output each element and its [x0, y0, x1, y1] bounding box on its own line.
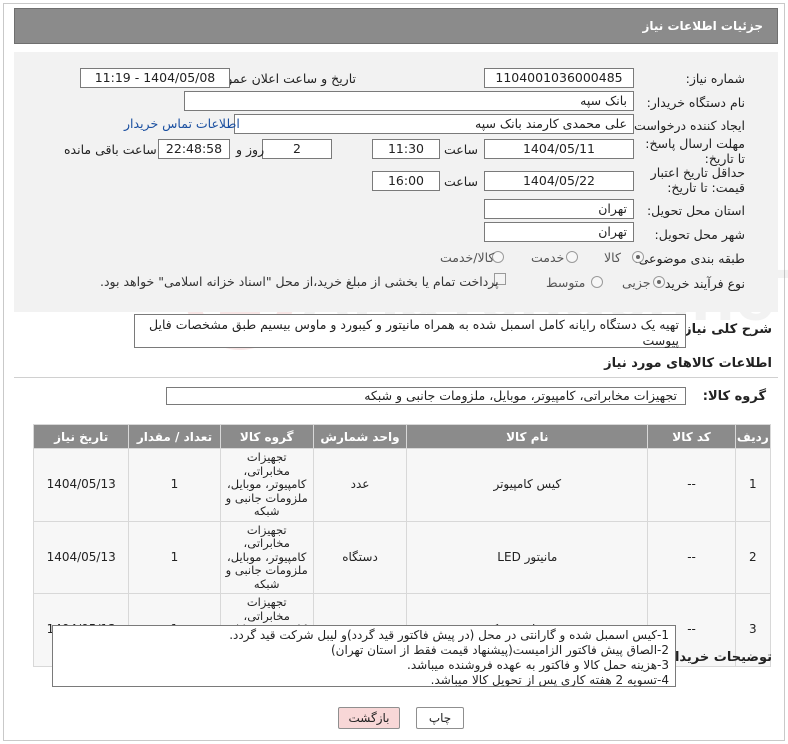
col-row: ردیف — [734, 424, 772, 449]
category-label: طبقه بندی موضوعی: — [634, 251, 745, 266]
cell-qty: 1 — [128, 520, 221, 594]
purchase-option-medium: متوسط — [546, 275, 586, 290]
remaining-time-field: 22:48:58 — [158, 139, 230, 159]
buyer-note-line: 2-الصاق پیش فاکتور الزامیست(پیشنهاد قیمت… — [330, 643, 669, 657]
city-field: تهران — [484, 222, 634, 242]
description-label: شرح کلی نیاز: — [678, 322, 772, 337]
buyer-notes-label: توضیحات خریدار: — [662, 650, 772, 665]
col-unit: واحد شمارش — [312, 424, 408, 449]
buyer-note-line: 4-تسویه 2 هفته کاری پس از تحویل کالا میب… — [430, 673, 669, 687]
table-row: 2 -- مانیتور LED دستگاه تجهیزات مخابراتی… — [32, 520, 772, 594]
category-option-both: کالا/خدمت — [440, 250, 495, 265]
treasury-payment-note: پرداخت تمام یا بخشی از مبلغ خرید،از محل … — [100, 274, 499, 289]
reply-date-field: 1404/05/11 — [484, 139, 634, 159]
col-qty: تعداد / مقدار — [128, 424, 221, 449]
category-option-goods: کالا — [604, 250, 621, 265]
description-textarea[interactable]: تهیه یک دستگاه رایانه کامل اسمبل شده به … — [134, 314, 686, 348]
category-radio-goods[interactable] — [632, 251, 644, 263]
price-time-field: 16:00 — [372, 171, 440, 191]
remaining-time-label: ساعت باقی مانده — [64, 142, 157, 157]
buyer-org-field: بانک سپه — [184, 91, 634, 111]
goods-table-header: ردیف کد کالا نام کالا واحد شمارش گروه کا… — [32, 424, 772, 449]
cell-code: -- — [647, 448, 736, 522]
purchase-type-label: نوع فرآیند خرید : — [656, 276, 745, 291]
cell-date: 1404/05/13 — [32, 520, 130, 594]
price-date-field: 1404/05/22 — [484, 171, 634, 191]
purchase-radio-medium[interactable] — [591, 276, 603, 288]
cell-unit: عدد — [312, 448, 408, 522]
cell-group: تجهیزات مخابراتی، کامپیوتر، موبایل، ملزو… — [219, 520, 314, 594]
buyer-note-line: 1-کیس اسمبل شده و گارانتی در محل (در پیش… — [229, 628, 669, 642]
section-divider — [14, 377, 778, 378]
col-group: گروه کالا — [219, 424, 314, 449]
requester-label: ایجاد کننده درخواست: — [629, 118, 745, 133]
requester-field: علی محمدی کارمند بانک سپه — [234, 114, 634, 134]
cell-group: تجهیزات مخابراتی، کامپیوتر، موبایل، ملزو… — [219, 448, 314, 522]
cell-code: -- — [647, 520, 736, 594]
print-button[interactable]: چاپ — [416, 707, 464, 729]
need-number-field: 1104001036000485 — [484, 68, 634, 88]
reply-time-field: 11:30 — [372, 139, 440, 159]
purchase-option-minor: جزیی — [622, 275, 651, 290]
buyer-note-line: 3-هزینه حمل کالا و فاکتور به عهده فروشند… — [407, 658, 669, 672]
page-header: جزئیات اطلاعات نیاز — [14, 8, 778, 44]
col-code: کد کالا — [647, 424, 736, 449]
buyer-org-label: نام دستگاه خریدار: — [646, 95, 745, 110]
cell-row: 2 — [734, 520, 772, 594]
cell-unit: دستگاه — [312, 520, 408, 594]
cell-name: کیس کامپیوتر — [406, 448, 649, 522]
col-name: نام کالا — [406, 424, 649, 449]
need-number-label: شماره نیاز: — [685, 71, 745, 86]
category-radio-service[interactable] — [566, 251, 578, 263]
province-label: استان محل تحویل: — [646, 203, 745, 218]
city-label: شهر محل تحویل: — [654, 227, 745, 242]
cell-qty: 1 — [128, 448, 221, 522]
days-remaining-field: 2 — [262, 139, 332, 159]
buyer-contact-link[interactable]: اطلاعات تماس خریدار — [124, 116, 240, 131]
days-and-label: روز و — [236, 142, 265, 157]
purchase-radio-minor[interactable] — [653, 276, 665, 288]
cell-name: مانیتور LED — [406, 520, 649, 594]
price-time-word: ساعت — [444, 174, 479, 189]
price-deadline-label: حداقل تاریخ اعتبار قیمت: تا تاریخ: — [650, 165, 745, 195]
page-title: جزئیات اطلاعات نیاز — [642, 19, 763, 33]
cell-row: 1 — [734, 448, 772, 522]
reply-time-word: ساعت — [444, 142, 479, 157]
goods-section-title: اطلاعات کالاهای مورد نیاز — [604, 356, 772, 371]
category-option-service: خدمت — [531, 250, 565, 265]
col-date: تاریخ نیاز — [32, 424, 130, 449]
province-field: تهران — [484, 199, 634, 219]
announce-date-field: 1404/05/08 - 11:19 — [80, 68, 230, 88]
goods-group-field: تجهیزات مخابراتی، کامپیوتر، موبایل، ملزو… — [166, 387, 686, 405]
buyer-notes-textarea[interactable]: 1-کیس اسمبل شده و گارانتی در محل (در پیش… — [52, 625, 676, 687]
goods-group-label: گروه کالا: — [702, 389, 766, 404]
cell-date: 1404/05/13 — [32, 448, 130, 522]
table-row: 1 -- کیس کامپیوتر عدد تجهیزات مخابراتی، … — [32, 448, 772, 522]
back-button[interactable]: بازگشت — [338, 707, 400, 729]
reply-deadline-label: مهلت ارسال پاسخ: تا تاریخ: — [645, 136, 745, 166]
